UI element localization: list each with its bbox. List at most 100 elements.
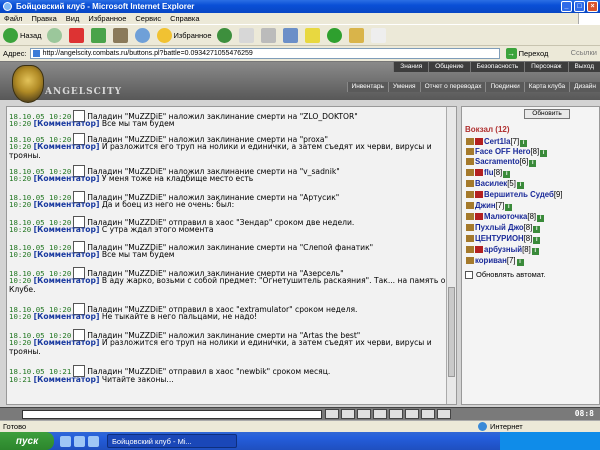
user-list-item[interactable]: Пухлый Джо[8] i [466, 223, 541, 233]
nav-character[interactable]: Персонаж [524, 62, 567, 72]
go-arrow-icon: → [505, 47, 517, 59]
sub-nav: Инвентарь Умения Отчет о переводах Поеди… [346, 82, 600, 92]
menu-help[interactable]: Справка [170, 14, 199, 23]
back-arrow-icon [3, 27, 18, 43]
address-input[interactable]: http://angelscity.combats.ru/buttons.pl?… [29, 47, 500, 59]
clover-button[interactable] [326, 27, 344, 43]
back-button[interactable]: Назад [3, 27, 42, 43]
info-icon: i [540, 150, 548, 157]
stop-button[interactable] [68, 27, 86, 43]
scrollbar-thumb[interactable] [448, 287, 455, 377]
minimize-button[interactable]: _ [561, 1, 572, 12]
quick-launch-icon[interactable] [60, 435, 71, 447]
links-label[interactable]: Ссылки [571, 48, 597, 57]
history-button[interactable] [216, 27, 234, 43]
menu-tools[interactable]: Сервис [135, 14, 161, 23]
nav-knowledge[interactable]: Знания [393, 62, 428, 72]
info-icon: i [533, 237, 541, 244]
chat-scrollbar[interactable] [446, 107, 456, 404]
info-icon: i [529, 160, 537, 167]
refresh-list-button[interactable]: Обновить [524, 109, 570, 119]
menu-file[interactable]: Файл [4, 14, 22, 23]
user-list-item[interactable]: Джин[7] i [466, 201, 513, 211]
forward-button[interactable] [46, 27, 64, 43]
auto-refresh-checkbox[interactable] [465, 270, 473, 279]
user-list-item[interactable]: flu[8] i [466, 168, 511, 178]
align-icon [475, 169, 483, 176]
nav-skills[interactable]: Умения [387, 82, 420, 92]
align-icon [475, 191, 483, 198]
nav-club-map[interactable]: Карта клуба [523, 82, 569, 92]
menu-edit[interactable]: Правка [31, 14, 56, 23]
home-button[interactable] [112, 27, 130, 43]
search-button[interactable] [134, 27, 152, 43]
favorites-label: Избранное [173, 30, 212, 40]
chat-input[interactable] [22, 410, 322, 419]
nav-design[interactable]: Дизайн [569, 82, 600, 92]
filter-button[interactable] [373, 409, 387, 419]
favorites-button[interactable]: Избранное [156, 27, 212, 43]
quick-launch-icon[interactable] [88, 435, 99, 447]
menu-favorites[interactable]: Избранное [88, 14, 126, 23]
menu-view[interactable]: Вид [66, 14, 80, 23]
send-button[interactable] [325, 409, 339, 419]
zone-label: Интернет [490, 422, 523, 431]
user-list-item[interactable]: Василек[5] i [466, 179, 524, 189]
clan-icon [466, 191, 474, 198]
start-button[interactable]: пуск [0, 432, 54, 450]
browser-toolbar: Назад Избранное [0, 24, 600, 46]
sound-button[interactable] [437, 409, 451, 419]
address-bar: Адрес: http://angelscity.combats.ru/butt… [0, 46, 600, 60]
close-button[interactable]: × [587, 1, 598, 12]
status-text: Готово [3, 422, 27, 431]
user-list-item[interactable]: Вершитель Судеб[9] [466, 190, 563, 200]
chat-message: 10:20 [Комментатор] Не тыкайте в него па… [9, 312, 258, 321]
globe-icon [478, 422, 487, 431]
edit-button[interactable] [282, 27, 300, 43]
user-list-item[interactable]: ЦЕНТУРИОН[8] i [466, 234, 541, 244]
city-name: ANGELSCITY [45, 87, 123, 97]
user-list-item[interactable]: Малюточка[8] i [466, 212, 545, 222]
nav-exit[interactable]: Выход [567, 62, 600, 72]
nav-security[interactable]: Безопасность [469, 62, 524, 72]
user-list-item[interactable]: Face OFF Hero[8] i [466, 147, 548, 157]
edit-icon [282, 27, 298, 43]
nav-communication[interactable]: Общение [428, 62, 470, 72]
translit-button[interactable] [389, 409, 403, 419]
clan-icon [466, 246, 474, 253]
print-icon [260, 27, 276, 43]
private-button[interactable] [421, 409, 435, 419]
notes-button[interactable] [370, 27, 388, 43]
clear-button[interactable] [341, 409, 355, 419]
user-list-item[interactable]: Sacramento[6] i [466, 157, 537, 167]
user-list-item[interactable]: арбузный[8] i [466, 245, 539, 255]
chat-settings-button[interactable] [405, 409, 419, 419]
mail-icon [238, 27, 254, 43]
nav-inventory[interactable]: Инвентарь [346, 82, 388, 92]
taskbar-window-button[interactable]: Бойцовский клуб - Mi... [107, 434, 237, 448]
site-banner: ANGELSCITY Знания Общение Безопасность П… [0, 62, 600, 103]
clan-icon [466, 169, 474, 176]
taskbar: пуск Бойцовский клуб - Mi... [0, 432, 600, 450]
go-button[interactable]: → Переход [505, 47, 548, 59]
address-label: Адрес: [3, 48, 27, 58]
quick-launch-icon[interactable] [74, 435, 85, 447]
nav-fights[interactable]: Поединки [485, 82, 523, 92]
user-list-item[interactable]: Cert1la[7] i [466, 137, 528, 147]
clan-icon [466, 257, 474, 264]
mail-button[interactable] [238, 27, 256, 43]
smiles-button[interactable] [357, 409, 371, 419]
chat-message: 10:21 [Комментатор] Читайте законы... [9, 375, 174, 384]
window-titlebar: Бойцовский клуб - Microsoft Internet Exp… [0, 0, 600, 13]
refresh-page-button[interactable] [90, 27, 108, 43]
clan-icon [466, 158, 474, 165]
auto-refresh-toggle[interactable]: Обновлять автомат. [465, 270, 545, 279]
city-emblem-logo [12, 65, 44, 103]
system-tray [500, 432, 600, 450]
nav-transfers[interactable]: Отчет о переводах [419, 82, 486, 92]
user-list-item[interactable]: кориван[7] i [466, 256, 524, 266]
print-button[interactable] [260, 27, 278, 43]
maximize-button[interactable]: □ [574, 1, 585, 12]
messenger-button[interactable] [304, 27, 322, 43]
folder-button[interactable] [348, 27, 366, 43]
